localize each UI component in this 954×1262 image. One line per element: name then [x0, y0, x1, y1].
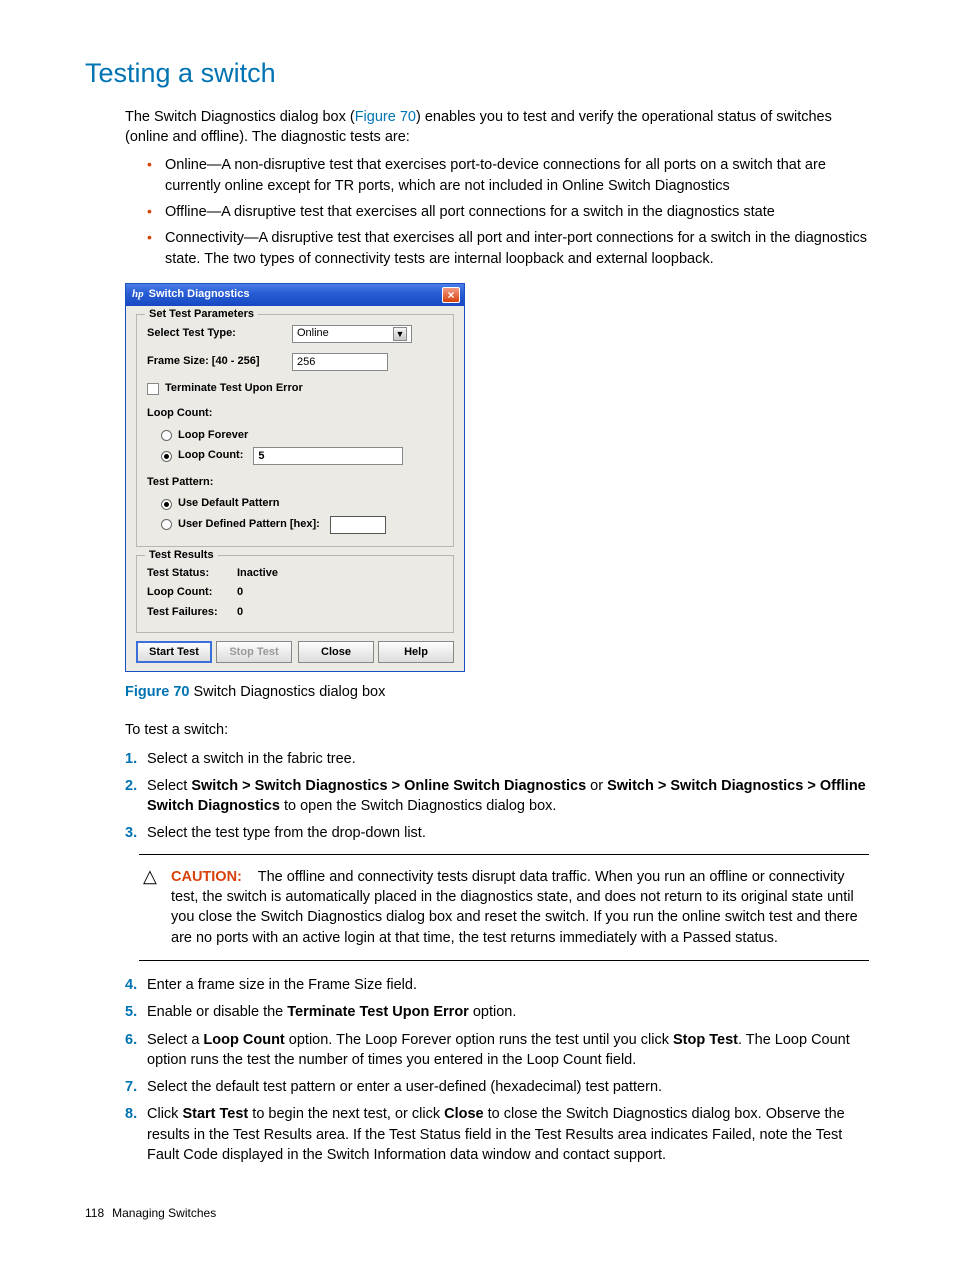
start-test-button[interactable]: Start Test: [136, 641, 212, 663]
page-heading: Testing a switch: [85, 55, 869, 93]
step-item: Enter a frame size in the Frame Size fie…: [125, 975, 869, 995]
select-test-type-label: Select Test Type:: [147, 326, 292, 341]
figure-caption-text: Switch Diagnostics dialog box: [189, 684, 385, 700]
user-pattern-input[interactable]: [330, 516, 386, 534]
step-item: Click Start Test to begin the next test,…: [125, 1104, 869, 1165]
step-text: or: [586, 778, 607, 794]
loop-count-radio[interactable]: [161, 451, 172, 462]
loop-forever-radio[interactable]: [161, 430, 172, 441]
test-type-dropdown[interactable]: Online ▼: [292, 325, 412, 343]
step-text: to begin the next test, or click: [248, 1106, 444, 1122]
test-status-label: Test Status:: [147, 566, 237, 581]
step-text: Enable or disable the: [147, 1004, 287, 1020]
intro-paragraph: The Switch Diagnostics dialog box (Figur…: [125, 107, 869, 148]
step-item: Select Switch > Switch Diagnostics > Onl…: [125, 776, 869, 817]
step-text: Click: [147, 1106, 182, 1122]
hp-logo-icon: hp: [132, 287, 144, 302]
page-number: 118: [85, 1206, 104, 1220]
help-button[interactable]: Help: [378, 641, 454, 663]
group-legend: Set Test Parameters: [145, 307, 258, 322]
frame-size-input[interactable]: 256: [292, 353, 388, 371]
stop-test-button[interactable]: Stop Test: [216, 641, 292, 663]
test-pattern-heading: Test Pattern:: [147, 475, 443, 490]
step-item: Select the test type from the drop-down …: [125, 823, 869, 843]
loop-count-result-label: Loop Count:: [147, 585, 237, 600]
to-test-intro: To test a switch:: [125, 720, 869, 740]
test-failures-label: Test Failures:: [147, 605, 237, 620]
button-name: Start Test: [182, 1106, 248, 1122]
loop-count-result-value: 0: [237, 585, 243, 600]
intro-text-a: The Switch Diagnostics dialog box (: [125, 109, 355, 125]
step-text: to open the Switch Diagnostics dialog bo…: [280, 798, 556, 814]
caution-text: The offline and connectivity tests disru…: [171, 869, 858, 946]
close-button[interactable]: ×: [442, 287, 460, 303]
loop-count-radio-label: Loop Count:: [178, 448, 243, 463]
dialog-title-bar: hp Switch Diagnostics ×: [126, 284, 464, 306]
frame-size-label: Frame Size: [40 - 256]: [147, 354, 292, 369]
list-item: Offline—A disruptive test that exercises…: [147, 202, 869, 222]
loop-count-heading: Loop Count:: [147, 406, 443, 421]
dialog-title: Switch Diagnostics: [149, 287, 250, 302]
caution-label: CAUTION:: [171, 869, 242, 885]
figure-caption: Figure 70 Switch Diagnostics dialog box: [125, 682, 869, 702]
list-item: Connectivity—A disruptive test that exer…: [147, 228, 869, 269]
group-legend: Test Results: [145, 548, 218, 563]
step-item: Enable or disable the Terminate Test Upo…: [125, 1002, 869, 1022]
menu-path: Switch > Switch Diagnostics > Online Swi…: [191, 778, 586, 794]
step-item: Select the default test pattern or enter…: [125, 1077, 869, 1097]
figure-link[interactable]: Figure 70: [355, 109, 416, 125]
diagnostic-tests-list: Online—A non-disruptive test that exerci…: [125, 155, 869, 268]
close-dialog-button[interactable]: Close: [298, 641, 374, 663]
test-results-group: Test Results Test Status: Inactive Loop …: [136, 555, 454, 633]
default-pattern-radio[interactable]: [161, 499, 172, 510]
terminate-error-label: Terminate Test Upon Error: [165, 381, 303, 396]
list-item: Online—A non-disruptive test that exerci…: [147, 155, 869, 196]
dropdown-value: Online: [297, 326, 329, 341]
caution-icon: △: [143, 867, 161, 948]
switch-diagnostics-dialog: hp Switch Diagnostics × Set Test Paramet…: [125, 283, 465, 672]
chevron-down-icon[interactable]: ▼: [393, 327, 407, 341]
user-pattern-label: User Defined Pattern [hex]:: [178, 517, 320, 532]
step-text: option. The Loop Forever option runs the…: [285, 1032, 673, 1048]
option-name: Loop Count: [203, 1032, 284, 1048]
terminate-error-checkbox[interactable]: [147, 383, 159, 395]
default-pattern-label: Use Default Pattern: [178, 496, 279, 511]
loop-forever-label: Loop Forever: [178, 428, 248, 443]
step-item: Select a switch in the fabric tree.: [125, 749, 869, 769]
test-failures-value: 0: [237, 605, 243, 620]
option-name: Terminate Test Upon Error: [287, 1004, 469, 1020]
button-name: Close: [444, 1106, 484, 1122]
step-text: Select: [147, 778, 191, 794]
test-status-value: Inactive: [237, 566, 278, 581]
figure-label: Figure 70: [125, 684, 189, 700]
caution-block: △ CAUTION: The offline and connectivity …: [139, 854, 869, 961]
page-footer: 118 Managing Switches: [85, 1205, 869, 1222]
user-pattern-radio[interactable]: [161, 519, 172, 530]
step-text: option.: [469, 1004, 517, 1020]
set-test-parameters-group: Set Test Parameters Select Test Type: On…: [136, 314, 454, 547]
loop-count-input[interactable]: 5: [253, 447, 403, 465]
section-name: Managing Switches: [112, 1206, 216, 1220]
step-text: Select a: [147, 1032, 203, 1048]
button-name: Stop Test: [673, 1032, 738, 1048]
step-item: Select a Loop Count option. The Loop For…: [125, 1030, 869, 1071]
